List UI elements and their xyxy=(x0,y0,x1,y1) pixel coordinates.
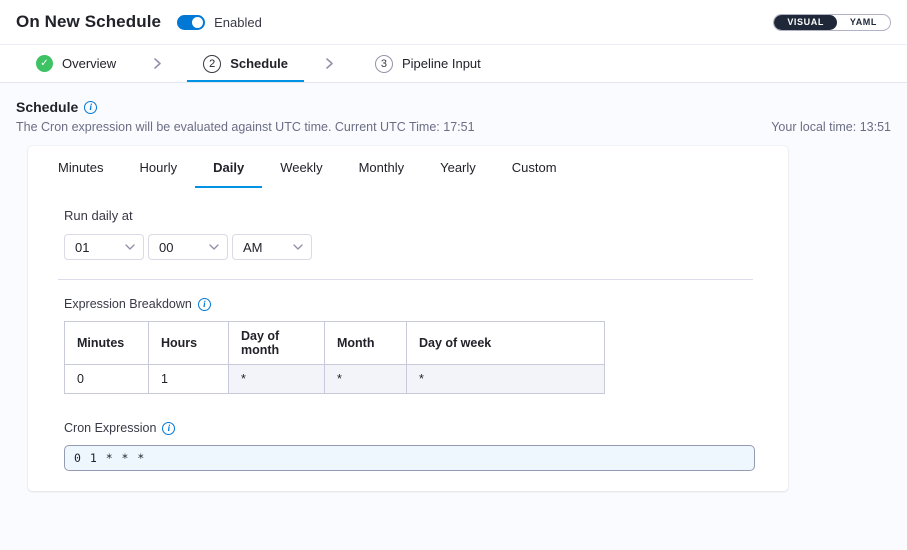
page-title: On New Schedule xyxy=(16,12,161,32)
step-pipeline-input-label: Pipeline Input xyxy=(402,56,481,71)
tab-daily[interactable]: Daily xyxy=(195,146,262,188)
tab-hourly[interactable]: Hourly xyxy=(122,146,196,188)
step-3-circle: 3 xyxy=(375,55,393,73)
column-header-day-of-week: Day of week xyxy=(407,322,605,365)
tab-minutes[interactable]: Minutes xyxy=(40,146,122,188)
ampm-select[interactable]: AM xyxy=(232,234,312,260)
step-schedule-label: Schedule xyxy=(230,56,288,71)
column-header-minutes: Minutes xyxy=(65,322,149,365)
cron-expression-label: Cron Expression xyxy=(64,421,156,435)
chevron-right-icon xyxy=(154,58,161,69)
chevron-down-icon xyxy=(293,244,303,250)
table-row: 0 1 * * * xyxy=(65,365,605,394)
check-circle-icon: ✓ xyxy=(36,55,53,72)
cron-expression-input[interactable] xyxy=(64,445,755,471)
expression-breakdown-table: Minutes Hours Day of month Month Day of … xyxy=(64,321,605,394)
step-2-circle: 2 xyxy=(203,55,221,73)
enabled-toggle[interactable] xyxy=(177,15,205,30)
expression-breakdown-info-icon[interactable]: i xyxy=(198,298,211,311)
cell-hours-value: 1 xyxy=(149,365,229,394)
schedule-info-icon[interactable]: i xyxy=(84,101,97,114)
hour-select[interactable]: 01 xyxy=(64,234,144,260)
tab-yearly[interactable]: Yearly xyxy=(422,146,494,188)
utc-time-caption: The Cron expression will be evaluated ag… xyxy=(16,120,475,134)
time-selects: 01 00 AM xyxy=(64,234,753,260)
cell-day-of-month-value: * xyxy=(229,365,325,394)
cell-minutes-value: 0 xyxy=(65,365,149,394)
step-overview-label: Overview xyxy=(62,56,116,71)
expression-breakdown-label: Expression Breakdown xyxy=(64,297,192,311)
minute-select[interactable]: 00 xyxy=(148,234,228,260)
yaml-mode-button[interactable]: YAML xyxy=(837,15,890,30)
wizard-stepper: ✓ Overview 2 Schedule 3 Pipeline Input xyxy=(0,45,907,83)
section-divider xyxy=(58,279,753,280)
tab-weekly[interactable]: Weekly xyxy=(262,146,340,188)
step-pipeline-input[interactable]: 3 Pipeline Input xyxy=(359,45,497,82)
cron-expression-info-icon[interactable]: i xyxy=(162,422,175,435)
minute-select-value: 00 xyxy=(159,240,173,255)
section-title: Schedule xyxy=(16,99,78,115)
ampm-select-value: AM xyxy=(243,240,263,255)
cell-day-of-week-value: * xyxy=(407,365,605,394)
enabled-toggle-label: Enabled xyxy=(214,15,262,30)
tab-monthly[interactable]: Monthly xyxy=(341,146,423,188)
chevron-down-icon xyxy=(209,244,219,250)
frequency-tabs: Minutes Hourly Daily Weekly Monthly Year… xyxy=(28,146,788,188)
enabled-toggle-group: Enabled xyxy=(177,15,262,30)
toggle-knob xyxy=(192,17,203,28)
top-header: On New Schedule Enabled VISUAL YAML xyxy=(0,0,907,45)
column-header-hours: Hours xyxy=(149,322,229,365)
step-overview[interactable]: ✓ Overview xyxy=(20,45,132,82)
column-header-day-of-month: Day of month xyxy=(229,322,325,365)
visual-mode-button[interactable]: VISUAL xyxy=(774,15,837,30)
daily-panel: Run daily at 01 00 AM xyxy=(28,208,788,471)
visual-yaml-toggle: VISUAL YAML xyxy=(773,14,891,31)
schedule-section: Schedule i The Cron expression will be e… xyxy=(0,83,907,491)
chevron-down-icon xyxy=(125,244,135,250)
run-daily-at-label: Run daily at xyxy=(64,208,753,223)
chevron-right-icon xyxy=(326,58,333,69)
column-header-month: Month xyxy=(325,322,407,365)
schedule-card: Minutes Hourly Daily Weekly Monthly Year… xyxy=(28,146,788,491)
tab-custom[interactable]: Custom xyxy=(494,146,575,188)
cell-month-value: * xyxy=(325,365,407,394)
step-schedule[interactable]: 2 Schedule xyxy=(187,45,304,82)
local-time-caption: Your local time: 13:51 xyxy=(771,120,891,134)
hour-select-value: 01 xyxy=(75,240,89,255)
